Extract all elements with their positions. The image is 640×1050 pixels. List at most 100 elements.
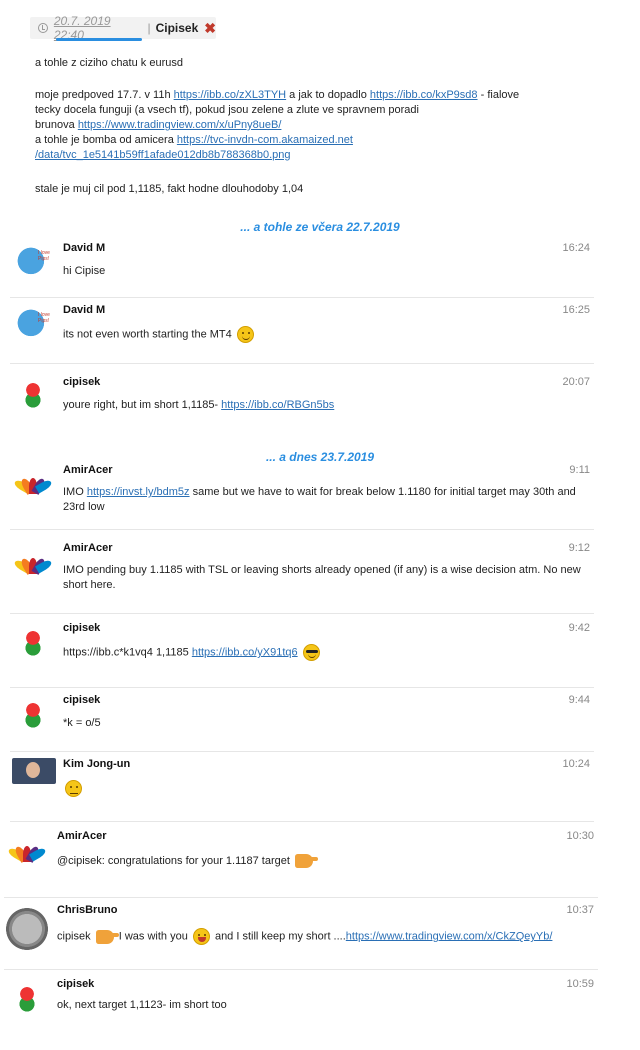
post-line-2: moje predpoved 17.7. v 11h https://ibb.c… — [35, 88, 555, 103]
post-line-1: a tohle z ciziho chatu k eurusd — [35, 57, 183, 69]
message-time: 10:30 — [566, 830, 594, 842]
text: brunova — [35, 119, 78, 131]
message-author[interactable]: cipisek — [63, 376, 100, 388]
chat-message: cipisek 20:07 youre right, but im short … — [10, 368, 594, 432]
clock-icon — [38, 23, 48, 33]
link-kxp9sd8[interactable]: https://ibb.co/kxP9sd8 — [370, 89, 478, 101]
chat-message: Kim Jong-un 10:24 — [10, 754, 594, 822]
message-author[interactable]: AmirAcer — [57, 830, 107, 842]
avatar-label: I love Pips! — [38, 312, 50, 324]
text: a jak to dopadlo — [286, 89, 370, 101]
message-time: 16:24 — [562, 242, 590, 254]
message-author[interactable]: David M — [63, 304, 105, 316]
text: I was with you — [115, 930, 191, 943]
message-time: 16:25 — [562, 304, 590, 316]
avatar-coin — [6, 908, 48, 950]
message-author[interactable]: David M — [63, 242, 105, 254]
post-line-7: stale je muj cil pod 1,1185, fakt hodne … — [35, 183, 304, 195]
pointing-hand-icon — [294, 854, 318, 869]
message-author[interactable]: cipisek — [63, 622, 100, 634]
message-time: 10:59 — [566, 978, 594, 990]
text: https://ibb.c*k1vq4 1,1185 — [63, 646, 192, 659]
message-text — [63, 780, 584, 797]
link-akamaized-path[interactable]: /data/tvc_1e5141b59ff1afade012db8b788368… — [35, 149, 291, 161]
avatar-label: I love Pips! — [38, 250, 50, 262]
message-text: hi Cipise — [63, 265, 106, 277]
message-text: its not even worth starting the MT4 — [63, 326, 584, 343]
link-zxl3tyh[interactable]: https://ibb.co/zXL3TYH — [174, 89, 287, 101]
text: IMO — [63, 486, 87, 498]
text: cipisek — [57, 930, 94, 943]
avatar-bird: I love Pips! — [12, 304, 54, 346]
avatar-nbc — [12, 462, 54, 504]
message-text: @cipisek: congratulations for your 1.118… — [57, 854, 588, 869]
post-line-4: brunova https://www.tradingview.com/x/uP… — [35, 118, 555, 133]
post-meta-bar: 20.7. 2019 22:40 | Cipisek ✖ — [30, 14, 216, 42]
link-tradingview-upny8ueb[interactable]: https://www.tradingview.com/x/uPny8ueB/ — [78, 119, 282, 131]
pointing-hand-icon — [95, 929, 119, 944]
link-yx91tq6[interactable]: https://ibb.co/yX91tq6 — [192, 646, 298, 658]
chat-message: I love Pips! David M 16:24 hi Cipise — [10, 236, 594, 298]
meta-separator: | — [147, 21, 151, 35]
message-text: IMO https://invst.ly/bdm5z same but we h… — [63, 485, 584, 515]
message-author[interactable]: ChrisBruno — [57, 904, 118, 916]
text: youre right, but im short 1,1185- — [63, 399, 222, 411]
avatar-nbc — [12, 542, 54, 584]
message-text: cipisek I was with you and I still keep … — [57, 928, 588, 945]
link-rbgn5bs[interactable]: https://ibb.co/RBGn5bs — [221, 399, 334, 411]
post-line-5: a tohle je bomba od amicera https://tvc-… — [35, 133, 555, 148]
chat-message: cipisek 9:44 *k = o/5 — [10, 690, 594, 752]
message-author[interactable]: cipisek — [57, 978, 94, 990]
avatar-cipisek — [12, 622, 54, 664]
neutral-emoji-icon — [65, 780, 82, 797]
message-text: youre right, but im short 1,1185- https:… — [63, 398, 584, 413]
divider-yesterday: ... a tohle ze včera 22.7.2019 — [240, 220, 400, 234]
laughing-emoji-icon — [192, 928, 210, 945]
message-author[interactable]: AmirAcer — [63, 542, 113, 554]
post-paragraph: moje predpoved 17.7. v 11h https://ibb.c… — [35, 88, 555, 163]
message-author[interactable]: cipisek — [63, 694, 100, 706]
text: @cipisek: congratulations for your 1.118… — [57, 855, 293, 867]
chat-message: AmirAcer 9:12 IMO pending buy 1.1185 wit… — [10, 538, 594, 614]
avatar-nbc — [6, 830, 48, 872]
text: moje predpoved 17.7. v 11h — [35, 89, 174, 101]
post-line-6: /data/tvc_1e5141b59ff1afade012db8b788368… — [35, 148, 555, 163]
message-text: https://ibb.c*k1vq4 1,1185 https://ibb.c… — [63, 644, 584, 661]
message-time: 20:07 — [562, 376, 590, 388]
link-tradingview-ckzqeyyb[interactable]: https://www.tradingview.com/x/CkZQeyYb/ — [346, 930, 553, 942]
text: and I still keep my short .... — [211, 930, 346, 943]
date-underline-bar — [56, 38, 142, 41]
message-author[interactable]: AmirAcer — [63, 464, 113, 476]
smile-emoji-icon — [236, 326, 254, 343]
message-time: 9:44 — [568, 694, 590, 706]
post-author-link[interactable]: Cipisek — [156, 21, 199, 35]
text: a tohle je bomba od amicera — [35, 134, 177, 146]
avatar-cipisek — [12, 374, 54, 416]
link-akamaized[interactable]: https://tvc-invdn-com.akamaized.net — [177, 134, 353, 146]
chat-message: AmirAcer 10:30 @cipisek: congratulations… — [4, 826, 598, 898]
message-time: 9:42 — [568, 622, 590, 634]
message-time: 9:12 — [568, 542, 590, 554]
avatar-bird: I love Pips! — [12, 242, 54, 284]
message-time: 10:24 — [562, 758, 590, 770]
avatar-kim — [12, 758, 56, 784]
chat-message: cipisek 9:42 https://ibb.c*k1vq4 1,1185 … — [10, 616, 594, 688]
text: - fialove — [477, 89, 520, 101]
message-time: 10:37 — [566, 904, 594, 916]
link-bdm5z[interactable]: https://invst.ly/bdm5z — [87, 486, 190, 498]
message-text: ok, next target 1,1123- im short too — [57, 999, 227, 1011]
message-text: *k = o/5 — [63, 717, 101, 729]
chat-message: AmirAcer 9:11 IMO https://invst.ly/bdm5z… — [10, 460, 594, 530]
avatar-cipisek — [6, 978, 48, 1020]
message-time: 9:11 — [569, 464, 590, 476]
message-text: IMO pending buy 1.1185 with TSL or leavi… — [63, 564, 581, 591]
message-author[interactable]: Kim Jong-un — [63, 758, 130, 770]
sunglasses-emoji-icon — [302, 644, 320, 661]
close-icon[interactable]: ✖ — [204, 20, 216, 37]
post-line-3: tecky docela funguji (a vsech tf), pokud… — [35, 104, 419, 116]
text: its not even worth starting the MT4 — [63, 328, 232, 341]
chat-message: cipisek 10:59 ok, next target 1,1123- im… — [4, 972, 598, 1028]
chat-message: I love Pips! David M 16:25 its not even … — [10, 298, 594, 364]
avatar-cipisek — [12, 694, 54, 736]
chat-message: ChrisBruno 10:37 cipisek I was with you … — [4, 900, 598, 970]
